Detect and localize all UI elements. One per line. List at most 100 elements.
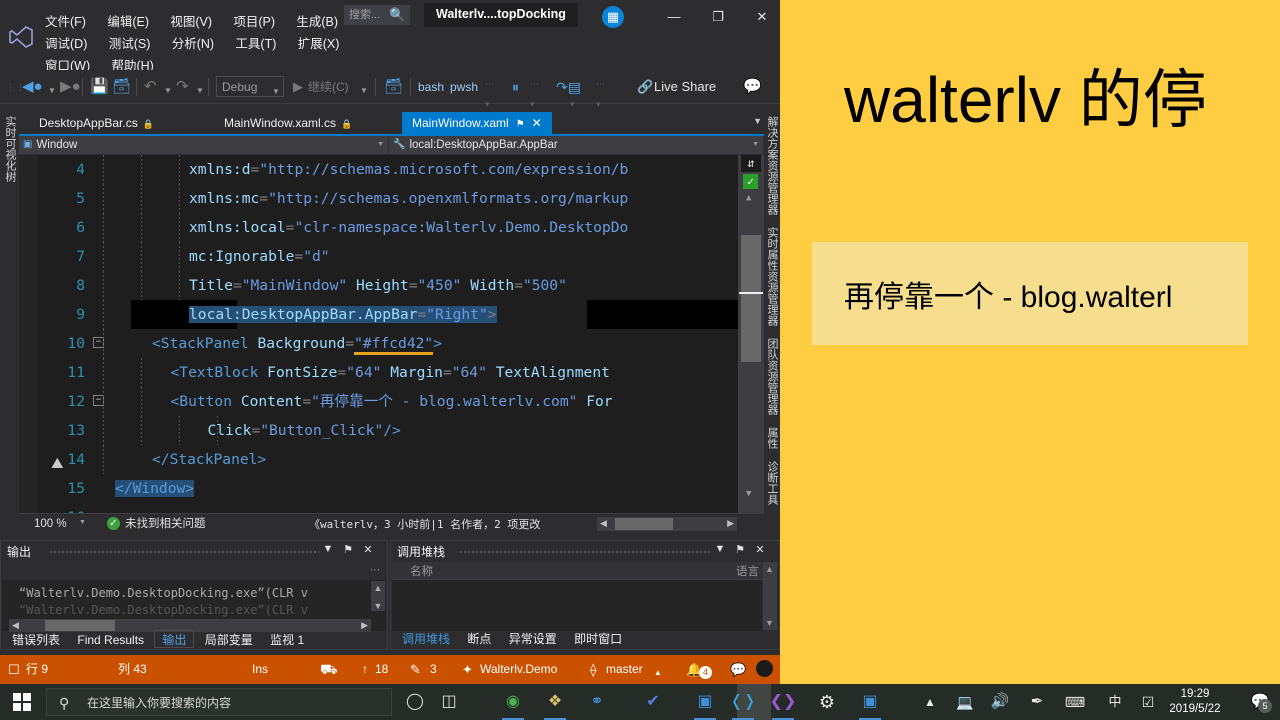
panel-menu-chevron-down-icon[interactable]: ▼ (321, 543, 335, 555)
code-text[interactable]: xmlns:mc="http://schemas.openxmlformats.… (189, 184, 628, 213)
chevron-down-icon[interactable]: ▼ (79, 519, 86, 526)
column-name[interactable]: 名称 (410, 563, 433, 579)
continue-button-label[interactable]: 继续(C) (308, 77, 349, 97)
vtab-solution-explorer[interactable]: 解决方案资源管理器 (762, 110, 782, 221)
panel-tab-watch-1[interactable]: 监视 1 (263, 631, 311, 649)
cortana-circle-icon[interactable]: ◯ (400, 688, 430, 716)
code-line[interactable]: 10−<StackPanel Background="#ffcd42"> (19, 329, 764, 358)
windows-start-icon[interactable] (5, 689, 41, 715)
code-text[interactable]: mc:Ignorable="d" (189, 242, 330, 271)
pen-icon[interactable]: ✒ (1022, 688, 1052, 716)
output-toolbar-overflow-icon[interactable]: ⋯ (370, 565, 380, 576)
call-stack-vertical-scrollbar[interactable]: ▲ ▼ (763, 562, 777, 630)
breadcrumb-element-select[interactable]: ▣ Window ▼ (19, 136, 389, 154)
onenote-icon[interactable]: ❖ (540, 688, 570, 716)
panel-tab-output[interactable]: 输出 (154, 630, 194, 648)
panel-tab-breakpoints[interactable]: 断点 (460, 630, 498, 648)
code-text[interactable]: xmlns:local="clr-namespace:Walterlv.Demo… (189, 213, 628, 242)
action-center-icon[interactable]: 💬 5 (1244, 689, 1276, 715)
pwsh-terminal-button[interactable]: pwsh (450, 77, 478, 97)
window-minimize-button[interactable]: — (652, 4, 696, 30)
scroll-left-arrow[interactable]: ◀ (600, 518, 607, 529)
status-branch-name[interactable]: master (606, 662, 643, 677)
status-circle-icon[interactable] (756, 660, 773, 677)
panel-tab-immediate-window[interactable]: 即时窗口 (567, 630, 629, 648)
vtab-team-explorer[interactable]: 团队资源管理器 (762, 332, 782, 421)
branch-icon[interactable]: ⟠ (590, 662, 596, 677)
live-share-icon[interactable]: 🔗 (637, 77, 653, 97)
chevron-down-icon[interactable]: ▼ (377, 136, 384, 154)
continue-caret-icon[interactable]: ▼ (360, 81, 368, 101)
todo-check-icon[interactable]: ✔ (638, 688, 668, 716)
panel-pin-icon[interactable]: ⚑ (733, 543, 747, 556)
scrollbar-thumb[interactable] (741, 235, 761, 362)
undo-dropdown-caret-icon[interactable]: ▼ (164, 81, 172, 101)
code-line[interactable]: 16 (19, 503, 764, 513)
code-text[interactable]: <Button Content="再停靠一个 - blog.walterlv.c… (171, 387, 613, 416)
editor-horizontal-scrollbar[interactable]: ◀ ▶ (597, 517, 737, 531)
chevron-up-icon[interactable]: ▲ (654, 665, 662, 680)
vtab-live-property-explorer[interactable]: 实时属性资源管理器 (762, 221, 782, 332)
toolbar-overflow-3[interactable]: ⋯▾ (570, 74, 580, 94)
code-line[interactable]: 14</StackPanel> (19, 445, 764, 474)
wpf-dock-button[interactable]: 再停靠一个 - blog.walterl (812, 242, 1248, 345)
project-icon[interactable]: ✦ (462, 662, 473, 677)
outgoing-commits-count[interactable]: 18 (375, 662, 388, 677)
call-stack-rows[interactable] (392, 580, 762, 631)
panel-drag-dots[interactable] (49, 550, 319, 553)
continue-play-icon[interactable]: ▶ (293, 77, 303, 97)
scroll-right-arrow[interactable]: ▶ (727, 518, 734, 529)
feedback-smiley-icon[interactable]: 💬 (730, 662, 746, 677)
doc-tab-desktopappbar-cs[interactable]: DesktopAppBar.cs🔒 (29, 112, 164, 134)
panel-tab-find-results[interactable]: Find Results (70, 631, 151, 649)
visual-studio-icon[interactable]: ❮❯ (768, 688, 798, 716)
build-hammer-icon[interactable]: ⛰ (51, 454, 64, 472)
scroll-right-arrow[interactable]: ▶ (361, 619, 368, 632)
tab-overflow-chevron-down-icon[interactable]: ▼ (753, 116, 762, 126)
code-line[interactable]: 12−<Button Content="再停靠一个 - blog.walterl… (19, 387, 764, 416)
panel-drag-dots[interactable] (459, 550, 711, 553)
explorer-window-icon[interactable]: ▣ (855, 688, 885, 716)
keyboard-icon[interactable]: ⌨ (1060, 688, 1090, 716)
panel-tab-exception-settings[interactable]: 异常设置 (502, 630, 564, 648)
chevron-down-icon[interactable]: ▼ (746, 489, 751, 499)
search-icon[interactable]: 🔍 (389, 7, 403, 21)
pin-icon[interactable]: ⚑ (516, 119, 525, 130)
code-line[interactable]: 8Title="MainWindow" Height="450" Width="… (19, 271, 764, 300)
volume-icon[interactable]: 🔊 (985, 688, 1015, 716)
code-line[interactable]: 6xmlns:local="clr-namespace:Walterlv.Dem… (19, 213, 764, 242)
pause-icon[interactable]: ⏸ (512, 77, 519, 97)
network-icon[interactable]: 💻 (950, 688, 980, 716)
menu-tools[interactable]: 工具(T) (226, 30, 285, 55)
steam-icon[interactable]: ⚭ (582, 688, 612, 716)
redo-icon[interactable]: ↷ (176, 77, 189, 97)
doc-tab-mainwindow-xaml-cs[interactable]: MainWindow.xaml.cs🔒 (214, 112, 362, 134)
editor-vertical-scrollbar[interactable]: ⇵ ✓ ▲ ▼ (738, 155, 764, 513)
panel-close-icon[interactable]: ✕ (753, 543, 767, 556)
panel-pin-icon[interactable]: ⚑ (341, 543, 355, 556)
navigate-back-icon[interactable]: ◀● (22, 77, 43, 97)
chevron-up-icon[interactable]: ▲ (915, 688, 945, 716)
pending-changes-count[interactable]: 3 (430, 662, 437, 677)
outgoing-commits-icon[interactable]: ↑ (362, 662, 368, 677)
source-control-icon[interactable]: ⛟ (320, 662, 338, 677)
ime-chinese-icon[interactable]: 中 (1100, 688, 1130, 716)
menu-extensions[interactable]: 扩展(X) (289, 30, 349, 55)
code-text[interactable]: Title="MainWindow" Height="450" Width="5… (189, 271, 567, 300)
vtab-properties[interactable]: 属性 (762, 421, 782, 455)
chevron-up-icon[interactable]: ▲ (371, 583, 385, 593)
code-line[interactable]: 5xmlns:mc="http://schemas.openxmlformats… (19, 184, 764, 213)
vtab-diagnostic-tools[interactable]: 诊断工具 (762, 455, 782, 511)
window-maximize-button[interactable]: ❐ (696, 4, 740, 30)
save-icon[interactable]: 💾 (90, 77, 109, 97)
chevron-up-icon[interactable]: ▲ (765, 564, 774, 574)
panel-tab-error-list[interactable]: 错误列表 (5, 631, 67, 649)
notification-count-badge[interactable]: 4 (699, 666, 712, 679)
code-text[interactable]: local:DesktopAppBar.AppBar="Right"> (189, 300, 497, 329)
vs-code-icon[interactable]: ❬❭ (728, 688, 758, 716)
save-all-icon[interactable]: 🗃 (112, 77, 131, 97)
window-close-button[interactable]: ✕ (740, 4, 784, 30)
code-line[interactable]: 9local:DesktopAppBar.AppBar="Right"> (19, 300, 764, 329)
code-line[interactable]: 15</Window> (19, 474, 764, 503)
panel-tab-locals[interactable]: 局部变量 (198, 631, 260, 649)
